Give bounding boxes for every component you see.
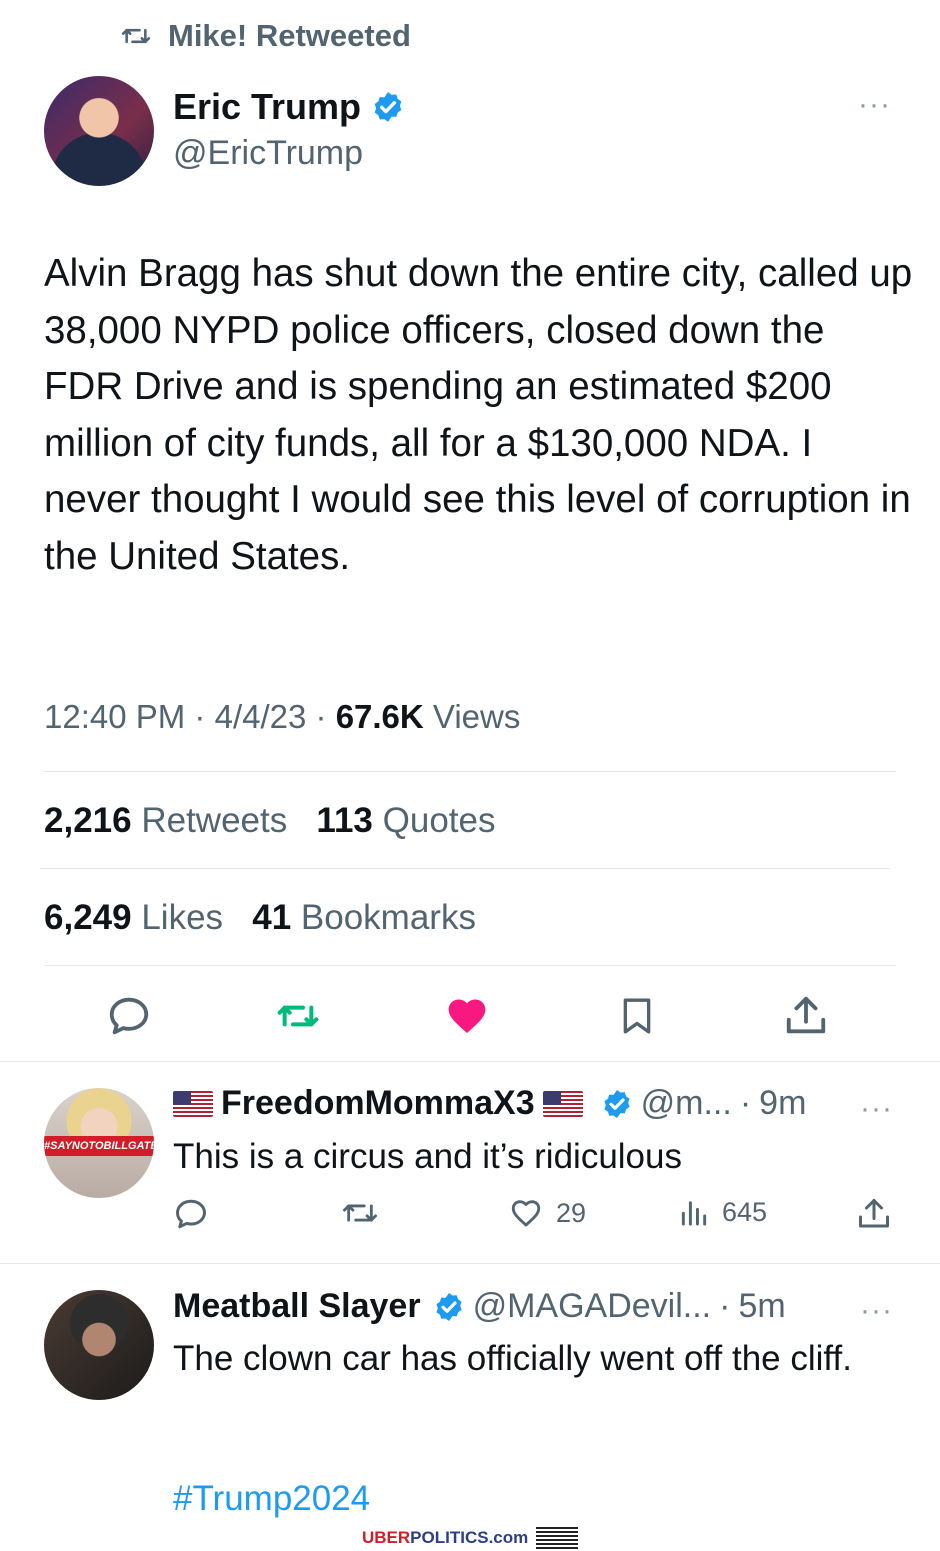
like-button[interactable] bbox=[443, 992, 491, 1040]
reply-handle[interactable]: @MAGADevil... bbox=[473, 1287, 712, 1326]
reply-button[interactable] bbox=[105, 992, 153, 1040]
verified-badge-icon bbox=[436, 1292, 462, 1321]
bookmarks-count: 41 bbox=[252, 898, 292, 937]
retweets-label: Retweets bbox=[141, 801, 288, 840]
reply-text: This is a circus and it’s ridiculous bbox=[173, 1137, 682, 1176]
hashtag-link[interactable]: #Trump2024 bbox=[173, 1479, 370, 1519]
divider bbox=[0, 1061, 940, 1062]
retweets-stat[interactable]: 2,216 Retweets bbox=[44, 801, 287, 840]
retweet-icon bbox=[121, 28, 151, 44]
bookmarks-label: Bookmarks bbox=[300, 898, 476, 937]
tweet-date[interactable]: 4/4/23 bbox=[215, 698, 307, 735]
stats-row-retweets: 2,216 Retweets 113 Quotes bbox=[44, 801, 495, 841]
share-button[interactable] bbox=[782, 992, 830, 1040]
bookmarks-stat[interactable]: 41 Bookmarks bbox=[252, 898, 476, 937]
retweets-count: 2,216 bbox=[44, 801, 132, 840]
bookmark-icon bbox=[623, 998, 651, 1034]
reply-header: Meatball Slayer @MAGADevil... · 5m bbox=[173, 1287, 786, 1326]
avatar[interactable] bbox=[44, 1290, 154, 1400]
reply-icon bbox=[176, 1199, 206, 1229]
flag-icon bbox=[536, 1527, 579, 1549]
views-count: 67.6K bbox=[335, 698, 424, 735]
avatar[interactable] bbox=[44, 76, 154, 186]
views-label: Views bbox=[432, 698, 521, 735]
reply-reply-button[interactable] bbox=[173, 1196, 209, 1232]
likes-label: Likes bbox=[141, 898, 224, 937]
bookmark-button[interactable] bbox=[613, 992, 661, 1040]
quotes-count: 113 bbox=[316, 801, 373, 840]
divider bbox=[44, 771, 896, 772]
reply-text: The clown car has officially went off th… bbox=[173, 1339, 852, 1378]
quotes-label: Quotes bbox=[382, 801, 496, 840]
author-handle[interactable]: @EricTrump bbox=[173, 134, 363, 173]
retweet-icon bbox=[277, 1005, 319, 1027]
verified-badge-icon bbox=[604, 1089, 630, 1118]
watermark-uber: UBER bbox=[362, 1528, 411, 1547]
avatar-banner-text: #SAYNOTOBILLGATES bbox=[44, 1136, 154, 1156]
reply-icon bbox=[109, 997, 149, 1035]
reply-views-button[interactable]: 645 bbox=[678, 1196, 767, 1228]
likes-count: 6,249 bbox=[44, 898, 132, 937]
retweet-button[interactable] bbox=[274, 992, 322, 1040]
reply-author-name[interactable]: FreedomMommaX3 bbox=[221, 1084, 535, 1123]
quotes-stat[interactable]: 113 Quotes bbox=[316, 801, 495, 840]
retweet-header[interactable]: Mike! Retweeted bbox=[118, 16, 411, 56]
tweet-text: Alvin Bragg has shut down the entire cit… bbox=[44, 252, 913, 578]
more-options-icon[interactable]: ··· bbox=[860, 1092, 893, 1126]
reply-views-count: 645 bbox=[722, 1196, 768, 1227]
share-icon bbox=[859, 1199, 889, 1228]
divider bbox=[40, 868, 890, 869]
author-name[interactable]: Eric Trump bbox=[173, 86, 405, 128]
heart-icon bbox=[511, 1200, 541, 1227]
reply-share-button[interactable] bbox=[856, 1196, 892, 1232]
more-options-icon[interactable]: ··· bbox=[858, 88, 891, 122]
divider bbox=[0, 1263, 940, 1264]
watermark-domain: .com bbox=[488, 1528, 529, 1547]
us-flag-icon bbox=[542, 1090, 583, 1117]
divider bbox=[44, 965, 896, 966]
analytics-icon bbox=[681, 1201, 707, 1226]
author-name-text: Eric Trump bbox=[173, 86, 362, 127]
watermark-politics: POLITICS bbox=[410, 1528, 489, 1547]
verified-badge-icon bbox=[374, 92, 402, 122]
share-icon bbox=[786, 996, 826, 1034]
reply-handle[interactable]: @m... bbox=[641, 1084, 732, 1123]
reply-like-count: 29 bbox=[556, 1197, 587, 1228]
us-flag-icon bbox=[173, 1090, 213, 1117]
watermark: UBERPOLITICS.com bbox=[362, 1527, 579, 1549]
avatar[interactable]: #SAYNOTOBILLGATES bbox=[44, 1088, 154, 1198]
reply-time[interactable]: 5m bbox=[738, 1287, 785, 1326]
stats-row-likes: 6,249 Likes 41 Bookmarks bbox=[44, 898, 476, 938]
likes-stat[interactable]: 6,249 Likes bbox=[44, 898, 223, 937]
tweet-time[interactable]: 12:40 PM bbox=[44, 698, 185, 735]
reply-author-name[interactable]: Meatball Slayer bbox=[173, 1287, 421, 1326]
tweet-meta: 12:40 PM · 4/4/23 · 67.6K Views bbox=[44, 698, 521, 735]
retweet-header-label: Mike! Retweeted bbox=[168, 18, 411, 53]
reply-like-button[interactable]: 29 bbox=[508, 1196, 586, 1230]
reply-time[interactable]: 9m bbox=[759, 1084, 806, 1123]
retweet-icon bbox=[343, 1204, 377, 1222]
reply-header: FreedomMommaX3 @m... · 9m bbox=[173, 1084, 806, 1123]
reply-retweet-button[interactable] bbox=[340, 1196, 380, 1230]
heart-filled-icon bbox=[448, 999, 486, 1034]
more-options-icon[interactable]: ··· bbox=[860, 1294, 893, 1328]
